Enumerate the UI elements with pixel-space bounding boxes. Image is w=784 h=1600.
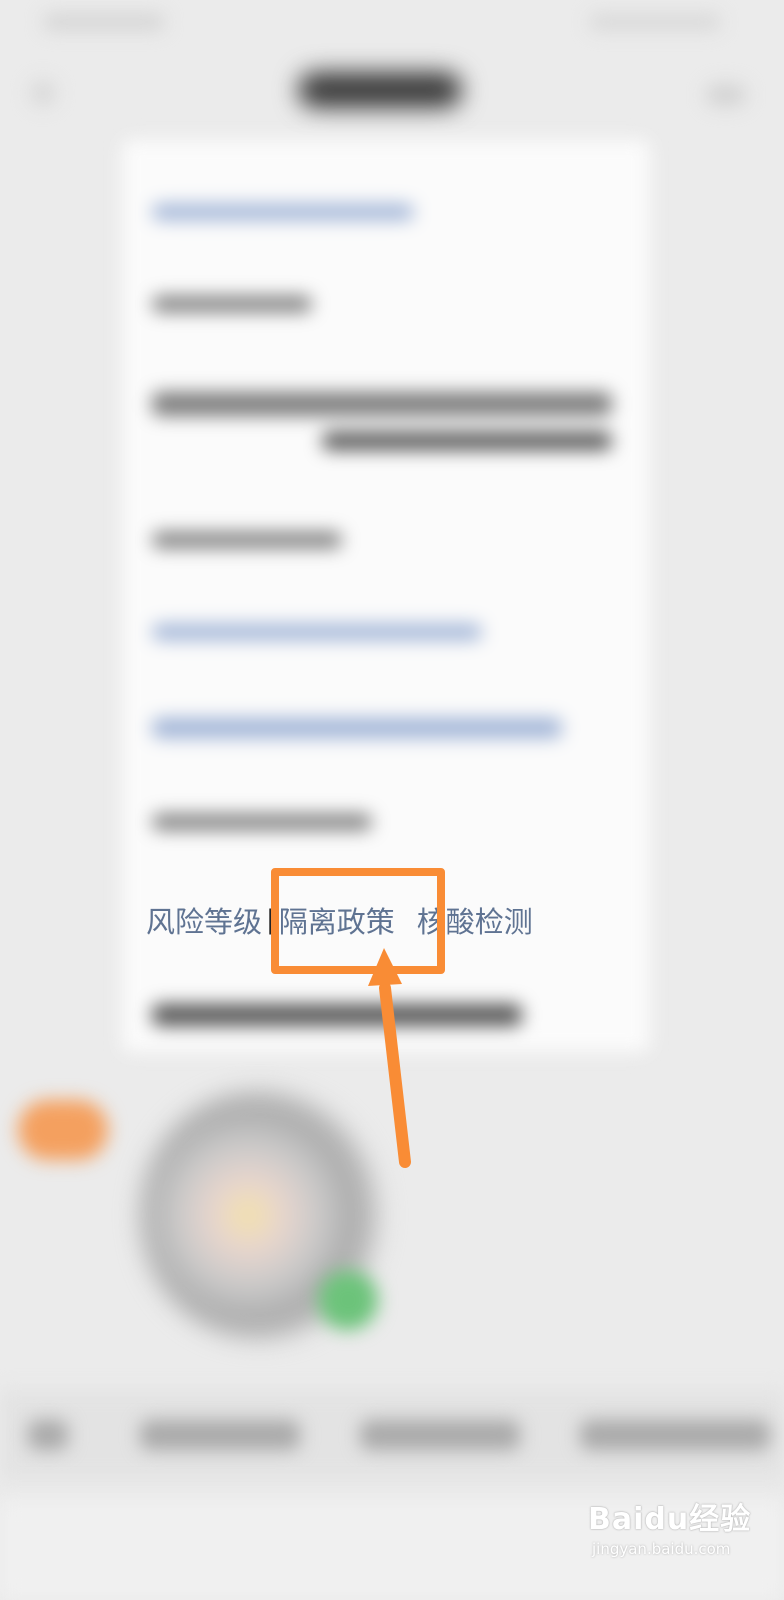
arrow-up-icon (368, 948, 411, 1168)
tab-item[interactable] (580, 1420, 770, 1450)
blurred-text-line (152, 296, 312, 312)
status-bar-left (44, 14, 164, 30)
risk-level-link[interactable]: 风险等级 (146, 899, 262, 941)
blurred-text-line (152, 1004, 522, 1026)
blurred-text-line (152, 814, 372, 830)
blurred-link-line (152, 624, 482, 640)
page-title (298, 72, 462, 108)
blurred-link-line (152, 718, 562, 738)
watermark-url: jingyan.baidu.com (592, 1540, 731, 1558)
floating-badge[interactable] (18, 1100, 108, 1160)
back-icon[interactable] (30, 80, 56, 106)
watermark-text: Baidu经验 (588, 1502, 752, 1537)
watermark-logo: Baidu经验 jingyan.baidu.com (588, 1494, 768, 1574)
blurred-text-line (322, 432, 612, 450)
status-dot-icon (318, 1270, 378, 1330)
blurred-link-line (152, 204, 414, 220)
tab-item[interactable] (360, 1420, 520, 1450)
tab-icon[interactable] (28, 1420, 68, 1450)
blurred-text-line (152, 532, 342, 548)
status-bar-right (590, 14, 720, 30)
blurred-text-line (152, 392, 612, 416)
more-icon[interactable] (706, 84, 746, 106)
tab-item[interactable] (140, 1420, 300, 1450)
